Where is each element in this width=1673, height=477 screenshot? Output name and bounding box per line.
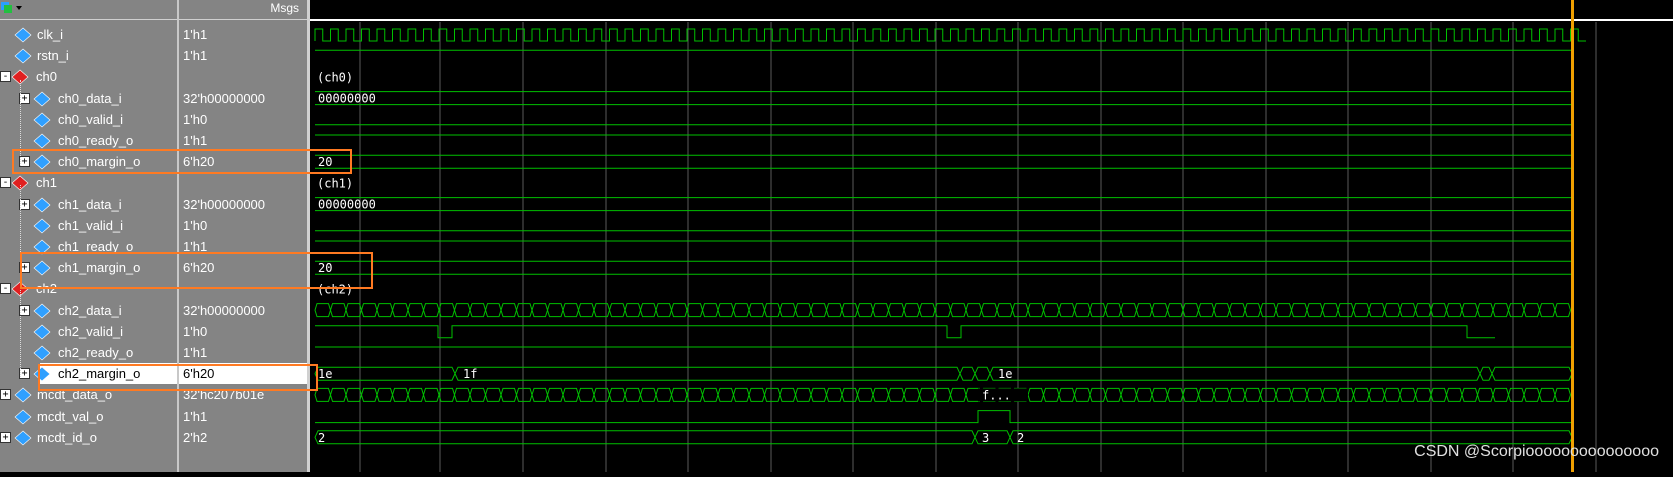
- highlight-box-ch1-margin: [20, 252, 373, 289]
- tree-line: [20, 290, 21, 377]
- mcdt-val-waveform: [315, 410, 1572, 424]
- ch2-margin-label-a: 1e: [318, 367, 332, 381]
- ch0-data-label: 00000000: [318, 92, 376, 106]
- signal-value-ch2-ready-o: 1'h1: [183, 345, 208, 360]
- waveform-pane[interactable]: (ch0) 00000000 20 (ch1) 00000000 20 (ch2) 1e 1f 1…: [310, 0, 1673, 472]
- signal-diamond-icon: [32, 112, 52, 133]
- signal-name-ch1-data-i[interactable]: ch1_data_i: [58, 194, 122, 215]
- signal-diamond-icon: [13, 48, 33, 69]
- signal-value-clk-i: 1'h1: [183, 27, 208, 42]
- ch2-margin-waveform: [314, 366, 1573, 381]
- ch2-data-waveform: [314, 303, 1572, 318]
- msgs-header-label: Msgs: [270, 1, 299, 15]
- signal-value-ch1-valid-i: 1'h0: [183, 217, 208, 233]
- signal-name-ch0-data-i[interactable]: ch0_data_i: [58, 88, 122, 109]
- mcdt-id-label-a: 2: [318, 431, 325, 445]
- ch1-group-label: (ch1): [317, 176, 353, 190]
- signal-diamond-icon: [13, 409, 33, 430]
- signal-diamond-icon: [32, 197, 52, 218]
- signal-value-ch2-valid-i: 1'h0: [183, 323, 208, 339]
- ch1-data-label: 00000000: [318, 198, 376, 212]
- ch2-valid-waveform: [315, 325, 1495, 339]
- signal-diamond-icon: [32, 303, 52, 324]
- expand-icon[interactable]: +: [0, 431, 11, 443]
- signal-name-mcdt-id-o[interactable]: mcdt_id_o: [37, 427, 97, 448]
- signal-name-ch0-valid-i[interactable]: ch0_valid_i: [58, 109, 123, 130]
- signal-diamond-icon: [13, 27, 33, 48]
- mcdt-id-label-b: 3: [982, 431, 989, 445]
- signal-value-ch0-valid-i: 1'h0: [183, 111, 208, 127]
- signal-value-pane: Msgs 1'h1 1'h1 32'h00000000 1'h0 1'h1 6'h20 32…: [179, 0, 307, 472]
- signal-value-rstn-i: 1'h1: [183, 48, 208, 64]
- signal-diamond-icon: [32, 324, 52, 345]
- signal-name-ch0-ready-o[interactable]: ch0_ready_o: [58, 130, 133, 151]
- mcdt-id-label-c: 2: [1017, 431, 1024, 445]
- expand-icon[interactable]: +: [0, 389, 11, 401]
- signal-value-ch0-data-i: 32'h00000000: [183, 90, 266, 106]
- signal-name-pane: clk_i rstn_i - ch0 + ch0_data_i ch0_valid_i ch0…: [0, 0, 177, 472]
- value-pane-header: Msgs: [179, 0, 307, 20]
- toolbar-dropdown-icon[interactable]: [0, 0, 26, 17]
- highlight-box-ch2-margin: [38, 364, 318, 391]
- signal-name-ch1-valid-i[interactable]: ch1_valid_i: [58, 215, 123, 236]
- signal-name-rstn-i[interactable]: rstn_i: [37, 45, 69, 66]
- mcdt-data-label: f...: [982, 388, 1011, 402]
- signal-name-ch2-valid-i[interactable]: ch2_valid_i: [58, 321, 123, 342]
- signal-name-ch1[interactable]: ch1: [36, 172, 57, 193]
- signal-name-clk-i[interactable]: clk_i: [37, 24, 63, 45]
- mcdt-id-waveform: [314, 430, 1573, 445]
- signal-value-mcdt-val-o: 1'h1: [183, 408, 208, 424]
- highlight-box-ch0-margin: [12, 149, 352, 174]
- time-cursor[interactable]: [1571, 0, 1574, 472]
- signal-diamond-icon: [13, 430, 33, 451]
- signal-value-mcdt-id-o: 2'h2: [183, 429, 208, 445]
- mcdt-data-waveform: [314, 387, 1572, 402]
- watermark: CSDN @Scorpiooooooooooooooo: [1414, 443, 1659, 460]
- clk-waveform: [314, 28, 1586, 42]
- signal-name-ch2-data-i[interactable]: ch2_data_i: [58, 300, 122, 321]
- signal-value-ch0-ready-o: 1'h1: [183, 133, 208, 148]
- name-pane-header: [0, 0, 177, 20]
- signal-diamond-icon: [13, 387, 33, 408]
- signal-value-ch2-data-i: 32'h00000000: [183, 302, 266, 318]
- signal-value-ch1-data-i: 32'h00000000: [183, 196, 266, 212]
- waveform-canvas[interactable]: (ch0)0000000020(ch1)0000000020(ch2)1e 1f 1…: [310, 0, 1673, 472]
- signal-diamond-icon: [32, 218, 52, 239]
- signal-name-ch2-ready-o[interactable]: ch2_ready_o: [58, 342, 133, 363]
- ch2-margin-label-b: 1f: [463, 367, 477, 381]
- signal-name-ch0[interactable]: ch0: [36, 66, 57, 87]
- ch0-group-label: (ch0): [317, 70, 353, 84]
- ch2-margin-label-c: 1e: [998, 367, 1012, 381]
- signal-diamond-icon: [32, 91, 52, 112]
- signal-name-mcdt-val-o[interactable]: mcdt_val_o: [37, 406, 103, 427]
